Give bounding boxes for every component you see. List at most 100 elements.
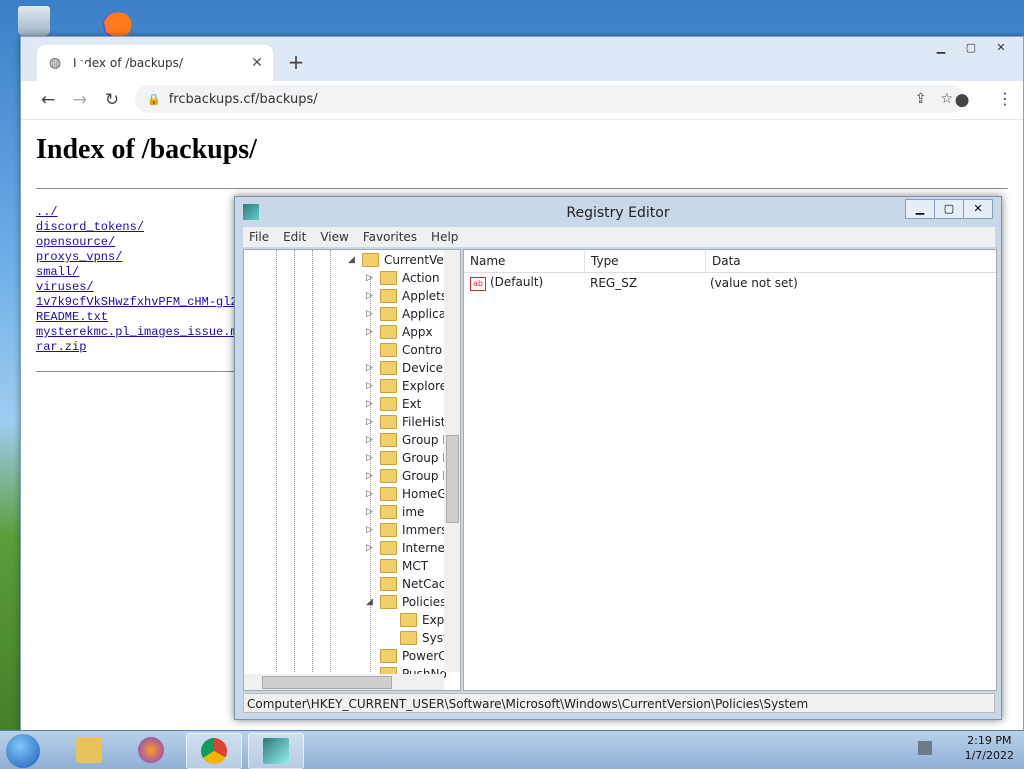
- collapse-arrow-icon[interactable]: ◢: [348, 255, 358, 265]
- expand-arrow-icon[interactable]: ▷: [366, 417, 376, 427]
- folder-icon: [380, 595, 397, 609]
- tree-node[interactable]: ▷ Applica: [366, 305, 446, 323]
- tree-node[interactable]: ▷ Explore: [366, 377, 447, 395]
- tree-node-label: Device: [402, 361, 444, 375]
- tree-node-label: HomeG: [402, 487, 447, 501]
- expand-arrow-icon[interactable]: ▷: [366, 273, 376, 283]
- tree-horizontal-scrollbar[interactable]: [244, 674, 444, 690]
- menu-kebab-icon[interactable]: ⋮: [997, 89, 1013, 108]
- value-row[interactable]: ab (Default) REG_SZ (value not set): [464, 273, 996, 293]
- menu-item-favorites[interactable]: Favorites: [363, 230, 417, 244]
- tree-node[interactable]: ◢ Policies: [366, 593, 446, 611]
- taskbar-explorer[interactable]: [62, 733, 116, 767]
- expand-arrow-icon[interactable]: ▷: [366, 291, 376, 301]
- tree-node[interactable]: ▷ Action: [366, 269, 440, 287]
- tree-node[interactable]: Contro: [366, 341, 442, 359]
- expand-arrow-icon[interactable]: ▷: [366, 435, 376, 445]
- expand-arrow-icon[interactable]: ▷: [366, 525, 376, 535]
- menu-item-view[interactable]: View: [320, 230, 348, 244]
- expand-arrow-icon[interactable]: ▷: [366, 489, 376, 499]
- page-title: Index of /backups/: [36, 134, 257, 165]
- start-button[interactable]: [6, 734, 40, 768]
- scroll-thumb[interactable]: [262, 676, 392, 689]
- minimize-icon[interactable]: ▁: [905, 199, 935, 219]
- chrome-icon: [201, 738, 227, 764]
- new-tab-button[interactable]: +: [283, 49, 309, 75]
- scroll-thumb[interactable]: [446, 435, 459, 523]
- firefox-desktop-icon[interactable]: [96, 8, 138, 38]
- column-type[interactable]: Type: [585, 250, 706, 272]
- regedit-icon: [263, 738, 289, 764]
- reload-button[interactable]: ↻: [101, 89, 123, 111]
- tree-node[interactable]: ▷ Group I: [366, 449, 446, 467]
- tree-node-label: Action: [402, 271, 440, 285]
- column-data[interactable]: Data: [706, 250, 992, 272]
- taskbar-regedit[interactable]: [248, 733, 304, 769]
- folder-icon: [380, 505, 397, 519]
- recycle-bin-icon[interactable]: [18, 6, 50, 36]
- expand-arrow-icon[interactable]: ▷: [366, 471, 376, 481]
- back-button[interactable]: ←: [37, 89, 59, 111]
- firefox-icon: [138, 737, 164, 763]
- taskbar-chrome[interactable]: [186, 733, 242, 769]
- tree-node[interactable]: ▷ Appx: [366, 323, 433, 341]
- folder-icon: [380, 325, 397, 339]
- tree-node[interactable]: ▷ Interne: [366, 539, 445, 557]
- menu-item-help[interactable]: Help: [431, 230, 458, 244]
- expand-arrow-icon[interactable]: ▷: [366, 327, 376, 337]
- tree-node[interactable]: ▷ Applets: [366, 287, 447, 305]
- address-bar[interactable]: 🔒 frcbackups.cf/backups/ ⇪ ☆: [135, 85, 965, 113]
- tree-node[interactable]: ▷ Immers: [366, 521, 448, 539]
- tree-node[interactable]: ▷ Ext: [366, 395, 421, 413]
- tree-node[interactable]: ▷ Group I: [366, 431, 446, 449]
- maximize-icon[interactable]: ▢: [957, 39, 985, 57]
- collapse-arrow-icon[interactable]: ◢: [366, 597, 376, 607]
- tree-node[interactable]: ◢ CurrentVer: [348, 251, 449, 269]
- tree-node[interactable]: Syst: [386, 629, 448, 647]
- tree-node-label: FileHist: [402, 415, 446, 429]
- registry-tree: ◢ CurrentVer ▷ Action ▷ Applets ▷ Applica ▷ Appx C…: [243, 249, 461, 691]
- tree-node[interactable]: ▷ ime: [366, 503, 424, 521]
- tree-node-label: Immers: [402, 523, 448, 537]
- column-name[interactable]: Name: [464, 250, 585, 272]
- forward-button[interactable]: →: [69, 89, 91, 111]
- tree-node-label: MCT: [402, 559, 429, 573]
- share-icon[interactable]: ⇪: [915, 91, 927, 107]
- tree-node[interactable]: ▷ Device: [366, 359, 443, 377]
- clock[interactable]: 2:19 PM 1/7/2022: [965, 733, 1014, 763]
- tree-node[interactable]: Exp: [386, 611, 444, 629]
- tree-node[interactable]: ▷ FileHist: [366, 413, 445, 431]
- tree-node[interactable]: PowerC: [366, 647, 447, 665]
- expand-arrow-icon[interactable]: ▷: [366, 507, 376, 517]
- tab-close-icon[interactable]: ✕: [247, 55, 267, 71]
- expand-arrow-icon[interactable]: ▷: [366, 309, 376, 319]
- tree-node[interactable]: ▷ Group I: [366, 467, 446, 485]
- tree-node[interactable]: MCT: [366, 557, 428, 575]
- menu-item-edit[interactable]: Edit: [283, 230, 306, 244]
- minimize-icon[interactable]: ▁: [927, 39, 955, 57]
- close-icon[interactable]: ✕: [987, 39, 1015, 57]
- folder-icon: [380, 307, 397, 321]
- folder-icon: [400, 631, 417, 645]
- maximize-icon[interactable]: ▢: [934, 199, 964, 219]
- menu-item-file[interactable]: File: [249, 230, 269, 244]
- folder-icon: [380, 397, 397, 411]
- folder-icon: [380, 379, 397, 393]
- regedit-window-controls: ▁ ▢ ✕: [905, 199, 993, 219]
- folder-icon: [380, 523, 397, 537]
- network-icon[interactable]: [918, 741, 932, 755]
- expand-arrow-icon[interactable]: ▷: [366, 381, 376, 391]
- tree-vertical-scrollbar[interactable]: [444, 250, 460, 672]
- folder-icon: [362, 253, 379, 267]
- tree-node[interactable]: NetCac: [366, 575, 445, 593]
- tree-node-label: Contro: [402, 343, 443, 357]
- taskbar-firefox[interactable]: [124, 733, 178, 767]
- close-icon[interactable]: ✕: [963, 199, 993, 219]
- tree-node-label: Applica: [402, 307, 447, 321]
- expand-arrow-icon[interactable]: ▷: [366, 453, 376, 463]
- expand-arrow-icon[interactable]: ▷: [366, 399, 376, 409]
- profile-icon[interactable]: ●: [951, 89, 973, 111]
- expand-arrow-icon[interactable]: ▷: [366, 543, 376, 553]
- expand-arrow-icon[interactable]: ▷: [366, 363, 376, 373]
- tree-node[interactable]: ▷ HomeG: [366, 485, 447, 503]
